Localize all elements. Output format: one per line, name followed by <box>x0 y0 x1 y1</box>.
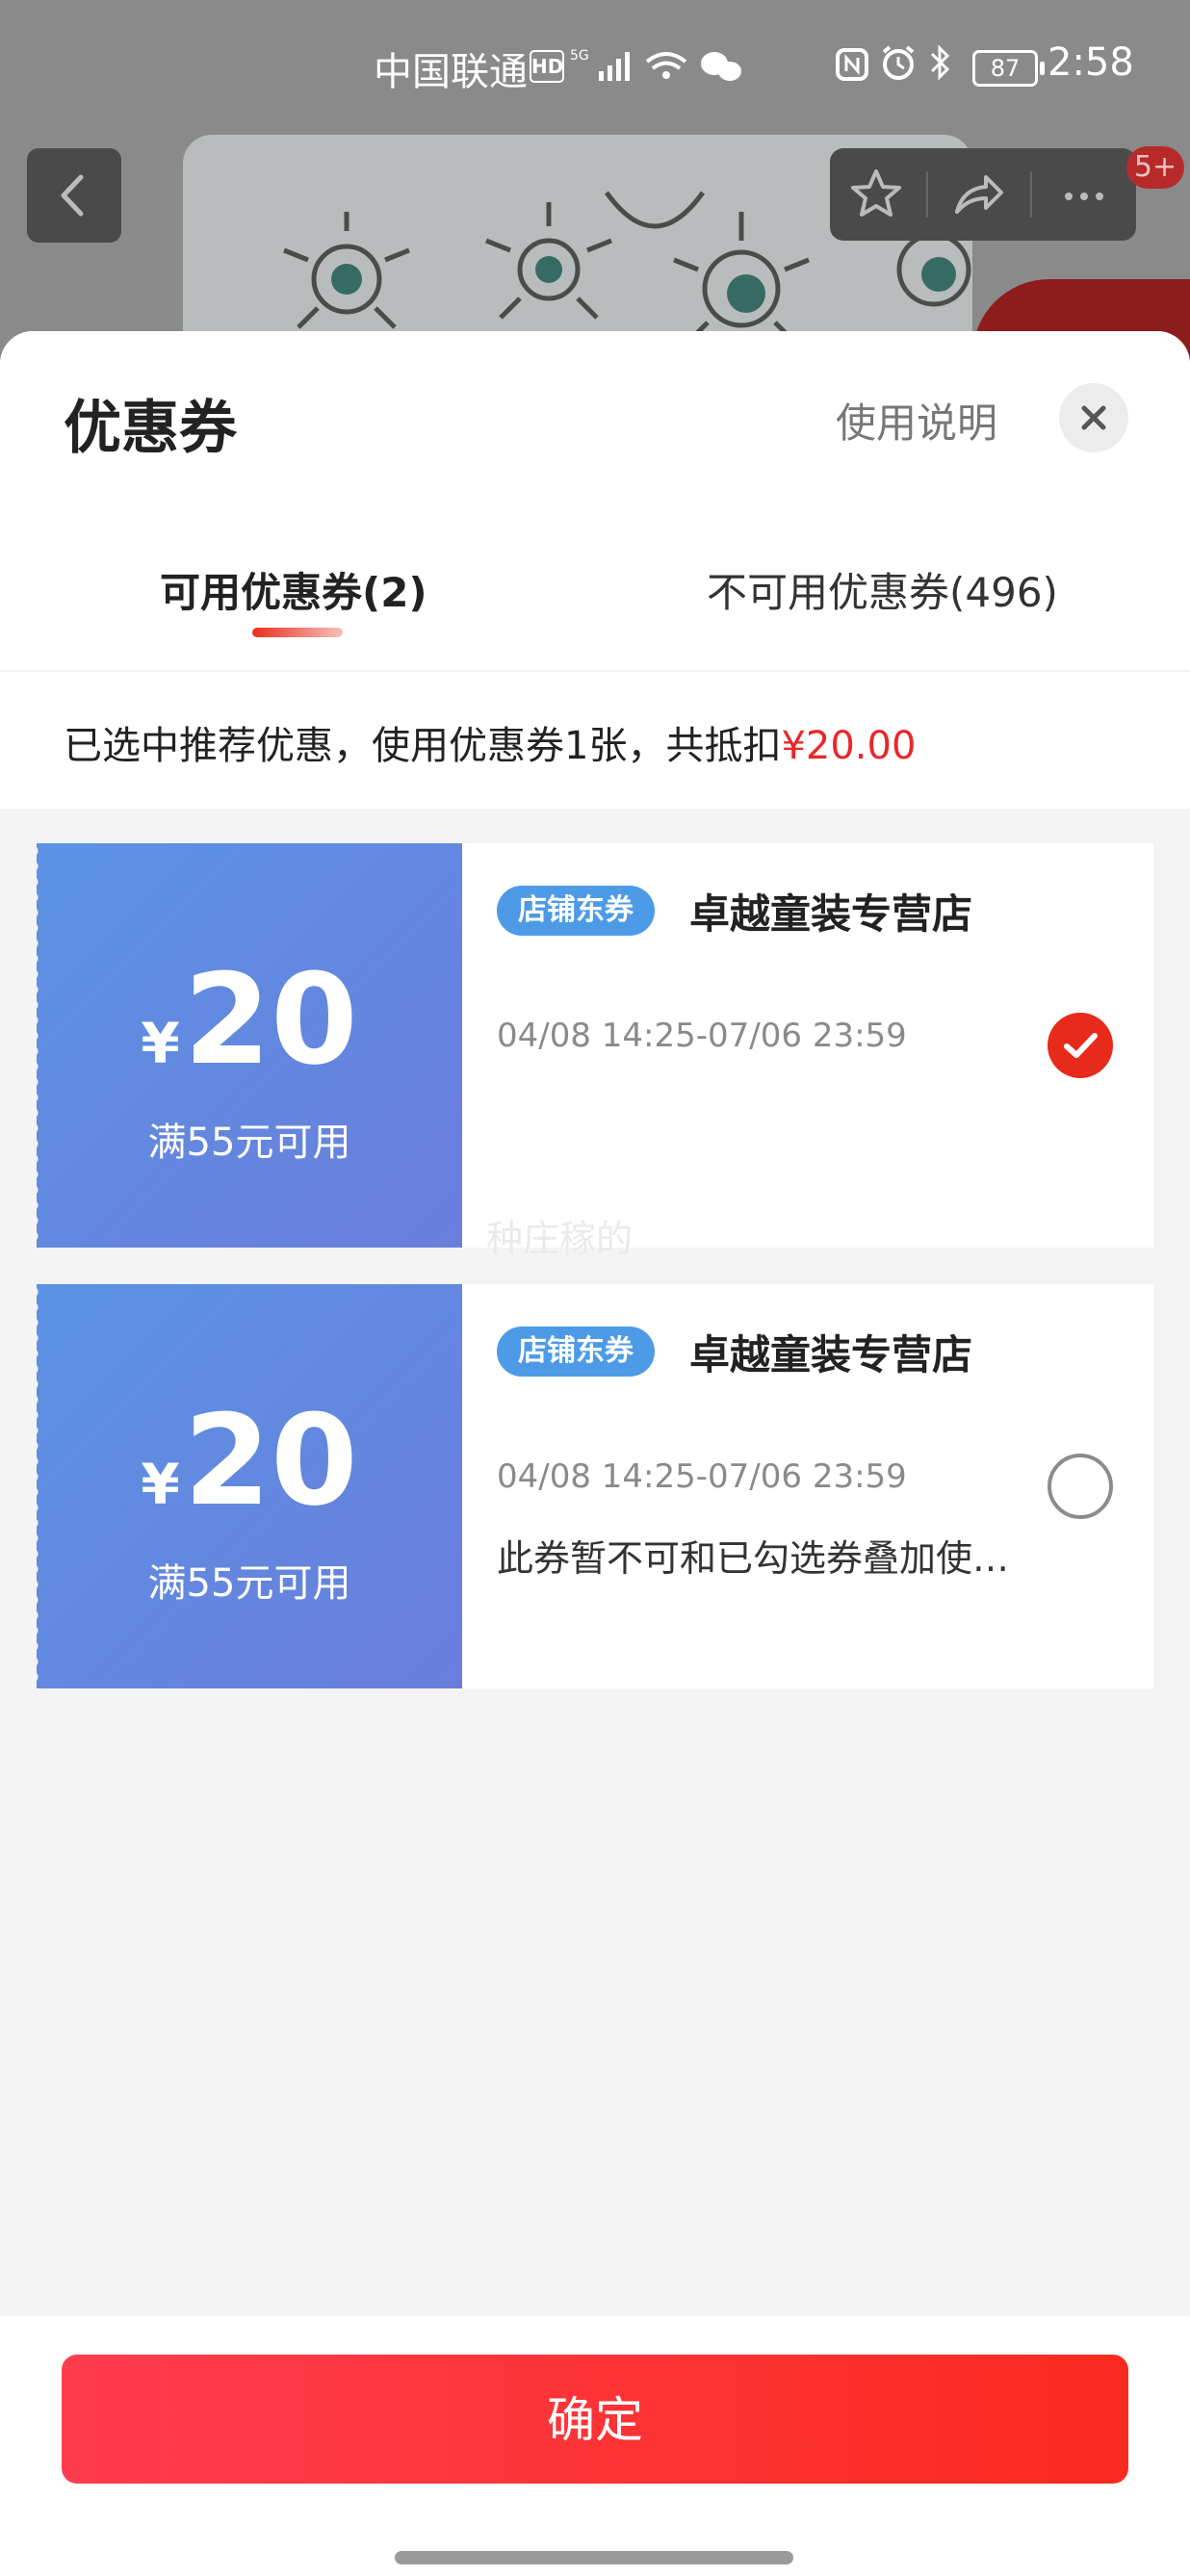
carrier-label: 中国联通 <box>374 50 528 94</box>
alarm-icon <box>882 45 915 80</box>
clock: 2:58 <box>1048 40 1134 85</box>
coupon-amount: ¥20 <box>37 1398 462 1547</box>
close-button[interactable] <box>1059 383 1128 452</box>
coupon-value-panel: ¥20 满55元可用 <box>33 1284 462 1688</box>
header-actions <box>830 148 1136 241</box>
watermark: 种庄稼的 <box>486 1218 634 1260</box>
separator <box>926 171 928 218</box>
tab-available-coupons[interactable]: 可用优惠券(2) <box>160 560 427 619</box>
coupon-sheet: 优惠券 使用说明 可用优惠券(2) 不可用优惠券(496) 已选中推荐优惠，使用… <box>0 331 1190 2576</box>
battery-icon: 87 <box>972 50 1045 87</box>
coupon-type-tag: 店铺东券 <box>497 1327 655 1377</box>
back-icon <box>61 174 84 217</box>
back-button[interactable] <box>27 148 121 243</box>
coupon-type-tag: 店铺东券 <box>497 886 655 936</box>
hd-icon: HD <box>530 50 564 83</box>
star-icon[interactable] <box>847 166 905 223</box>
coupon-validity: 04/08 14:25-07/06 23:59 <box>497 1017 907 1055</box>
currency-symbol: ¥ <box>141 1011 180 1076</box>
coupon-select-checkbox[interactable] <box>1048 1454 1113 1519</box>
nfc-icon <box>836 48 868 81</box>
active-tab-indicator <box>252 628 343 637</box>
coupon-card[interactable]: ¥20 满55元可用 店铺东券 卓越童装专营店 04/08 14:25-07/0… <box>33 1284 1153 1688</box>
coupon-value-panel: ¥20 满55元可用 <box>33 843 462 1248</box>
coupon-card[interactable]: ¥20 满55元可用 店铺东券 卓越童装专营店 04/08 14:25-07/0… <box>33 843 1153 1248</box>
close-icon <box>1081 405 1106 430</box>
confirm-button[interactable]: 确定 <box>62 2355 1128 2484</box>
coupon-select-checkbox[interactable] <box>1048 1013 1113 1078</box>
more-icon[interactable] <box>1055 166 1113 223</box>
coupon-amount-value: 20 <box>183 1387 358 1533</box>
status-bar: 中国联通 HD 5G 87 2:58 <box>0 0 1190 125</box>
coupon-amount: ¥20 <box>37 957 462 1106</box>
signal-wifi-wechat-icons: 5G <box>570 48 741 81</box>
shop-name: 卓越童装专营店 <box>689 890 973 938</box>
bottom-action-bar: 确定 <box>0 2316 1190 2576</box>
home-indicator[interactable] <box>395 2551 793 2564</box>
bluetooth-icon <box>930 44 950 81</box>
coupon-condition: 满55元可用 <box>147 1121 351 1165</box>
shop-name: 卓越童装专营店 <box>689 1331 973 1378</box>
sheet-title: 优惠券 <box>64 395 237 462</box>
separator <box>1030 171 1032 218</box>
share-icon[interactable] <box>949 166 1007 223</box>
coupon-amount-value: 20 <box>183 946 358 1093</box>
summary-text: 已选中推荐优惠，使用优惠券1张，共抵扣¥20.00 <box>64 714 916 770</box>
coupon-stacking-note: 此券暂不可和已勾选券叠加使… <box>497 1537 1010 1580</box>
coupon-condition: 满55元可用 <box>147 1561 351 1606</box>
svg-text:5G: 5G <box>570 48 589 64</box>
tab-unavailable-coupons[interactable]: 不可用优惠券(496) <box>707 560 1058 619</box>
usage-instructions-link[interactable]: 使用说明 <box>836 391 997 450</box>
coupon-validity: 04/08 14:25-07/06 23:59 <box>497 1457 907 1496</box>
notification-badge: 5+ <box>1126 146 1184 189</box>
summary-prefix: 已选中推荐优惠，使用优惠券1张，共抵扣 <box>64 724 782 768</box>
sheet-header: 优惠券 使用说明 可用优惠券(2) 不可用优惠券(496) <box>0 331 1190 672</box>
summary-amount: ¥20.00 <box>781 724 917 768</box>
check-icon <box>1064 1033 1098 1058</box>
currency-symbol: ¥ <box>141 1452 180 1517</box>
discount-summary: 已选中推荐优惠，使用优惠券1张，共抵扣¥20.00 <box>0 672 1190 809</box>
